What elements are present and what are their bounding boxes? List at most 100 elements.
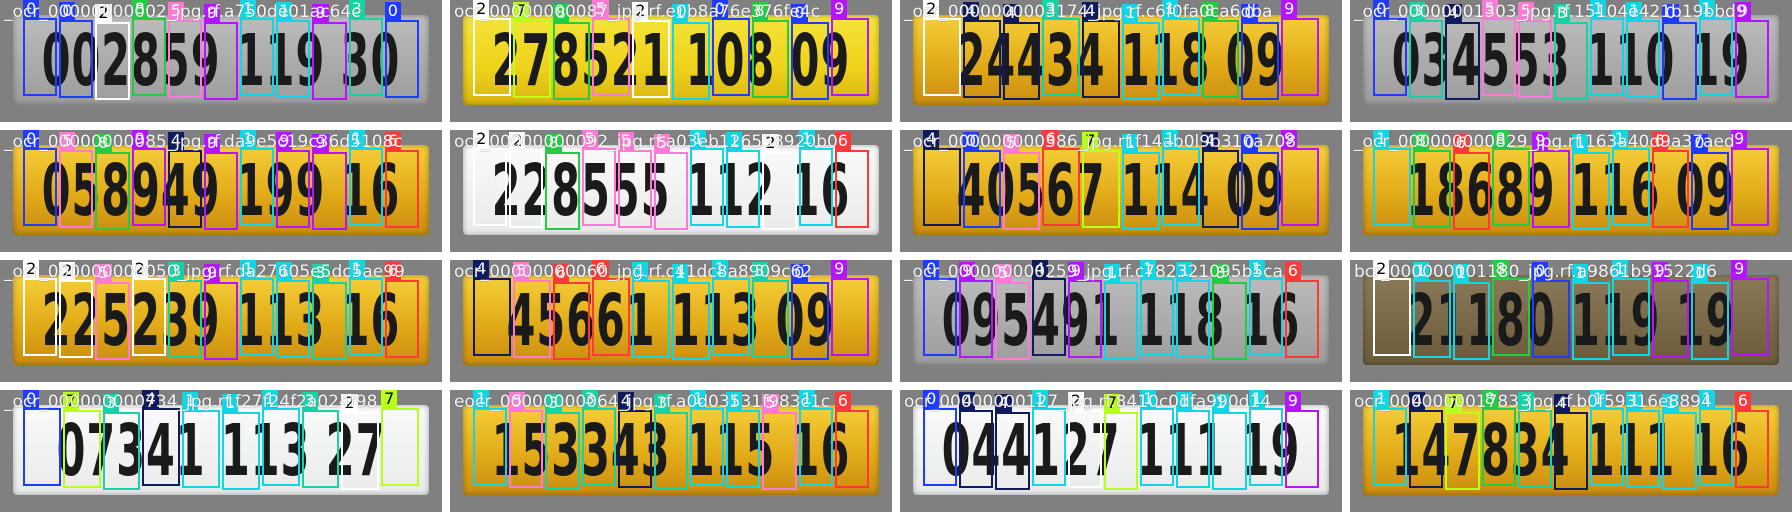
char-bounding-box: 5 <box>617 131 652 228</box>
char-bounding-box: 1 <box>690 390 725 486</box>
char-bounding-box: 9 <box>1281 0 1319 96</box>
char-class-label: 9 <box>1284 391 1301 410</box>
char-bounding-box: 1 <box>1626 1 1661 98</box>
char-bounding-box: 4 <box>995 393 1030 490</box>
char-bounding-box: 4 <box>1445 3 1480 100</box>
char-bounding-box: 1 <box>1572 263 1610 360</box>
image-filename: ocr_000000001783_jpg.rf.b0f59316e8894 <box>1354 392 1712 412</box>
char-bounding-box: 3 <box>545 393 580 490</box>
image-filename: _ocr_00000001303_jpg.rf.15104e421b19bbd9 <box>1354 2 1747 22</box>
char-bounding-box: 8 <box>1492 260 1531 356</box>
char-bounding-box: 7 <box>381 390 419 486</box>
char-bounding-box: 1 <box>672 3 710 100</box>
char-bounding-box: 0 <box>1241 3 1280 100</box>
plate-tile: 095491 118 16 0 9 5 4 9 1 1 1 8 1 6 _ocr_00000000025… <box>900 260 1342 382</box>
char-bounding-box: 3 <box>348 0 383 96</box>
char-bounding-box: 3 <box>581 390 616 486</box>
image-filename: ocr_00000000087_jpg.rf.e0b8a76e376fe4c <box>454 2 821 22</box>
char-bounding-box: 6 <box>834 131 869 228</box>
char-bounding-box: 5 <box>59 131 94 228</box>
char-bounding-box: 0 <box>59 1 94 98</box>
char-bounding-box: 3 <box>102 393 141 490</box>
char-bounding-box: 2 <box>95 3 130 100</box>
char-bounding-box: 1 <box>726 131 761 228</box>
char-bounding-box: 7 <box>1082 131 1120 228</box>
plate-tile: 044127 111 19 0 4 4 1 2 7 1 1 1 1 9 ocr_00000000127_… <box>900 390 1342 512</box>
char-bounding-box: 5 <box>581 130 616 226</box>
char-bounding-box: 2 <box>473 130 508 226</box>
char-bounding-box: 9 <box>312 3 347 100</box>
plate-tile: 40567 114 09 4 0 5 6 7 1 1 4 0 9 _ocr_000000000386_… <box>900 130 1342 252</box>
char-bounding-box: 7 <box>512 1 551 98</box>
char-bounding-box: 6 <box>1651 131 1690 228</box>
char-bounding-box: 2 <box>23 260 58 356</box>
plate-tile: 034553 110 19 0 3 4 5 5 3 1 1 0 1 9 _ocr_00000001303… <box>1350 0 1792 122</box>
char-bounding-box: 1 <box>182 391 220 488</box>
char-bounding-box: 8 <box>751 1 790 98</box>
image-filename: _ocr_000000000386_jpg.rf.f14ab0l9b310a70… <box>904 132 1297 152</box>
char-bounding-box: 2 <box>1067 391 1102 488</box>
char-bounding-box: 4 <box>142 390 181 486</box>
plate-tile: 278521 108 09 2 7 8 5 2 1 0 8 0 9 ocr_00000000087_j… <box>450 0 892 122</box>
char-bounding-box: 4 <box>167 131 202 228</box>
plate-tile: 225239 113 16 2 2 5 2 3 9 1 1 3 1 6 _ocr_00000000005… <box>0 260 442 382</box>
plate-tile: 228555 112 16 2 2 8 5 5 5 1 1 2 1 6 ocr_00000000092_… <box>450 130 892 252</box>
char-bounding-box: 1 <box>798 390 833 486</box>
char-bounding-box: 0 <box>923 390 958 486</box>
char-bounding-box: 8 <box>1492 130 1531 226</box>
char-bounding-box: 8 <box>1412 131 1451 228</box>
plate-tile: 45661 113 09 4 5 6 6 1 1 1 3 0 9 ocr_00000000060_jp… <box>450 260 892 382</box>
char-bounding-box: 1 <box>1590 0 1625 96</box>
char-bounding-box: 1 <box>1691 263 1730 360</box>
char-bounding-box: 1 <box>711 260 750 356</box>
char-bounding-box: 9 <box>1731 260 1769 356</box>
char-bounding-box: 0 <box>791 263 830 360</box>
char-bounding-box: 6 <box>592 260 631 356</box>
image-filename: ocr_00000000092_jpg.rf.a03eb126538920b0 <box>454 132 838 152</box>
char-bounding-box: 4 <box>1031 260 1066 356</box>
image-filename: _ocr_00000000002_jpg.rf.a750de01ac64c <box>4 2 361 22</box>
image-filename: _ocr_00000000085_jpg.rf.da9e5c19c36d5108… <box>4 132 403 152</box>
plate-tile: 002859 119 30 0 0 2 8 5 9 1 1 9 3 0 _ocr_00000000002… <box>0 0 442 122</box>
char-bounding-box: 5 <box>95 263 130 360</box>
char-bounding-box: 1 <box>348 260 383 356</box>
char-bounding-box: 1 <box>1031 390 1066 486</box>
image-filename: _ocr_000000000259_jpg.rf.c782321095b5ca <box>904 262 1283 282</box>
char-bounding-box: 3 <box>167 261 202 358</box>
char-bounding-box: 4 <box>473 260 511 356</box>
image-filename: ocr_00000000060_jpg.rf.c41dc8a8909c62 <box>454 262 813 282</box>
plate-tile: 24434 118 09 2 4 4 3 4 1 1 8 0 9 _ocr_0000000003174… <box>900 0 1342 122</box>
char-bounding-box: 9 <box>1281 130 1319 226</box>
char-bounding-box: 0 <box>1373 0 1408 96</box>
char-bounding-box: 1 <box>798 130 833 226</box>
char-bounding-box: 1 <box>348 130 383 226</box>
char-bounding-box: 2 <box>59 261 94 358</box>
char-bounding-box: 5 <box>509 391 544 488</box>
image-filename: eocr_00000000064_jpg.rf.a0d03531f983c1c <box>454 392 831 412</box>
char-bounding-box: 4 <box>959 391 994 488</box>
char-bounding-box: 1 <box>240 260 275 356</box>
plate-tile: 147834 111 16 1 4 7 8 3 4 1 1 1 1 6 ocr_000000001783… <box>1350 390 1792 512</box>
char-bounding-box: 9 <box>203 133 239 230</box>
char-bounding-box: 9 <box>959 261 994 358</box>
char-bounding-box: 1 <box>1452 263 1491 360</box>
char-bounding-box: 0 <box>1241 133 1280 230</box>
char-bounding-box: 6 <box>834 391 869 488</box>
char-bounding-box: 8 <box>1481 390 1516 486</box>
char-bounding-box: 1 <box>1590 390 1625 486</box>
char-bounding-box: 1 <box>726 391 761 488</box>
char-class-label: 0 <box>384 1 401 20</box>
char-bounding-box: 5 <box>1481 0 1516 96</box>
char-bounding-box: 2 <box>341 393 380 490</box>
char-bounding-box: 3 <box>301 391 340 488</box>
char-bounding-box: 8 <box>545 133 580 230</box>
char-bounding-box: 0 <box>1662 3 1697 100</box>
char-bounding-box: 1 <box>240 0 275 96</box>
char-bounding-box: 0 <box>1532 261 1570 358</box>
char-bounding-box: 0 <box>791 3 830 100</box>
image-filename: _ocr_0000000003174_jpg.rf.c6f0fa0ca6dba <box>904 2 1273 22</box>
char-class-label: 9 <box>831 0 848 18</box>
plate-tile: 058949 199 16 0 5 8 9 4 9 1 9 9 1 6 _ocr_00000000085… <box>0 130 442 252</box>
char-bounding-box: 9 <box>276 131 311 228</box>
char-bounding-box: 5 <box>995 263 1030 360</box>
